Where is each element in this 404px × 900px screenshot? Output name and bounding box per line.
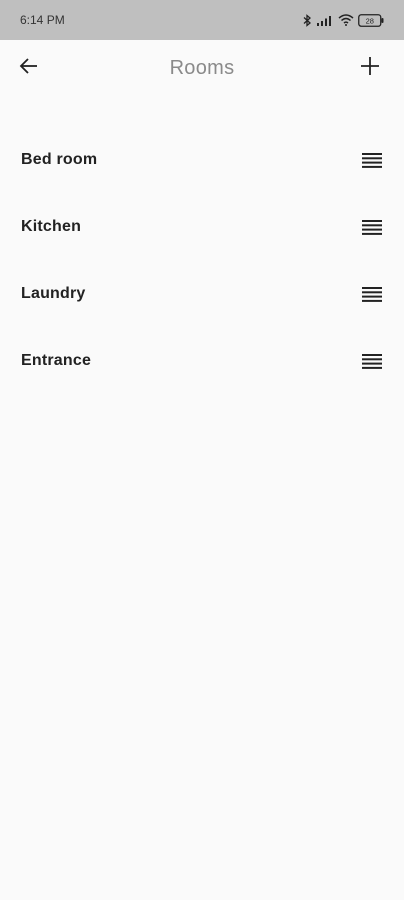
- status-icons: 28: [302, 13, 384, 27]
- drag-handle-icon[interactable]: [361, 352, 383, 370]
- room-list: Bed room Kitchen Laundry Entrance: [0, 126, 404, 394]
- room-name: Laundry: [21, 284, 86, 302]
- battery-level-text: 28: [366, 16, 374, 25]
- battery-icon: 28: [358, 13, 384, 27]
- list-item[interactable]: Bed room: [0, 126, 404, 193]
- list-item[interactable]: Entrance: [0, 327, 404, 394]
- drag-handle-icon[interactable]: [361, 151, 383, 169]
- room-name: Bed room: [21, 150, 98, 168]
- wifi-icon: [338, 14, 354, 26]
- drag-handle-icon[interactable]: [361, 285, 383, 303]
- list-item[interactable]: Laundry: [0, 260, 404, 327]
- app-bar: Rooms: [0, 40, 404, 96]
- status-bar: 6:14 PM 28: [0, 0, 404, 40]
- page-title: Rooms: [169, 57, 235, 79]
- add-room-button[interactable]: [354, 52, 386, 84]
- room-name: Kitchen: [21, 217, 82, 235]
- room-name: Entrance: [21, 351, 92, 369]
- bluetooth-icon: [302, 13, 312, 27]
- status-time: 6:14 PM: [20, 13, 65, 27]
- signal-icon: [316, 14, 334, 26]
- list-item[interactable]: Kitchen: [0, 193, 404, 260]
- plus-icon: [359, 55, 381, 82]
- drag-handle-icon[interactable]: [361, 218, 383, 236]
